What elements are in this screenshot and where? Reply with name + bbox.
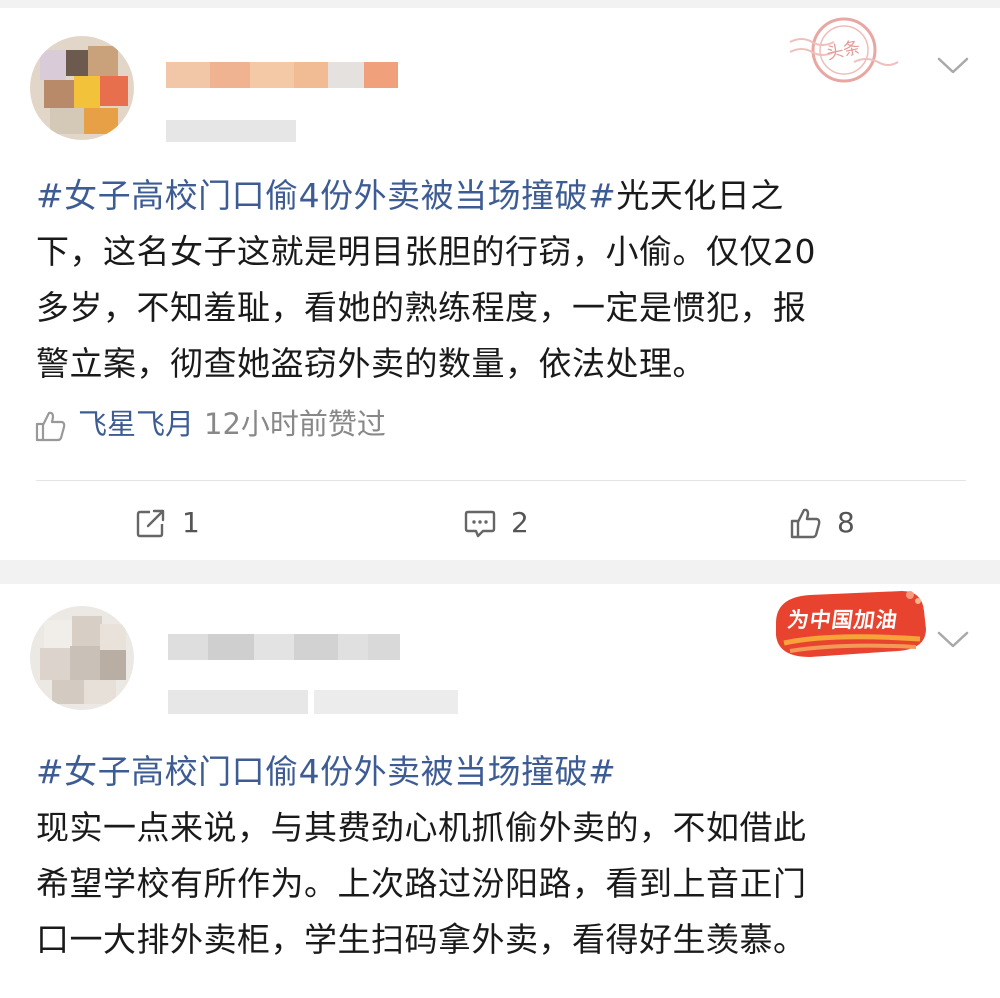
like-count: 8: [837, 506, 855, 539]
thumbs-up-icon: [35, 411, 66, 442]
topic-link[interactable]: #女子高校门口偷4份外卖被当场撞破#: [36, 176, 616, 215]
username-blurred[interactable]: [166, 62, 398, 88]
post-separator: [0, 560, 1000, 584]
like-button[interactable]: 8: [787, 502, 855, 542]
avatar[interactable]: [30, 36, 134, 140]
text-line-1: #女子高校门口偷4份外卖被当场撞破#光天化日之: [36, 176, 784, 215]
liked-by-time: 12小时前赞过: [204, 407, 386, 441]
username-blurred[interactable]: [168, 634, 400, 660]
text-line-2: 现实一点来说，与其费劲心机抓偷外卖的，不如借此: [36, 808, 807, 847]
comment-count: 2: [511, 506, 529, 539]
thumbs-up-icon: [790, 508, 821, 539]
text-line-1: #女子高校门口偷4份外卖被当场撞破#: [36, 744, 966, 800]
topic-link[interactable]: #女子高校门口偷4份外卖被当场撞破#: [36, 752, 616, 791]
post-card-1[interactable]: 头条 #女子高校门口偷4份外卖被当场撞破#光天化日之 下，这名女子这就是明目张胆…: [0, 8, 1000, 560]
text-line-4: 口一大排外卖柜，学生扫码拿外卖，看得好生羡慕。: [36, 920, 807, 959]
text-line-4: 警立案，彻查她盗窃外卖的数量，依法处理。: [36, 344, 706, 383]
liked-by-row: 飞星飞月 12小时前赞过: [32, 404, 386, 444]
post-text: #女子高校门口偷4份外卖被当场撞破# 现实一点来说，与其费劲心机抓偷外卖的，不如…: [36, 744, 966, 968]
text-line-3: 多岁，不知羞耻，看她的熟练程度，一定是惯犯，报: [36, 288, 807, 327]
comment-button[interactable]: 2: [463, 502, 529, 542]
top-gap: [0, 0, 1000, 8]
liked-by-user[interactable]: 飞星飞月: [78, 407, 194, 441]
chevron-down-icon[interactable]: [936, 630, 970, 650]
chevron-down-icon[interactable]: [936, 56, 970, 76]
divider: [36, 480, 966, 481]
post-time-blurred: [168, 690, 458, 714]
repost-button[interactable]: 1: [134, 502, 200, 542]
post-time-blurred: [166, 120, 296, 142]
text-line-3: 希望学校有所作为。上次路过汾阳路，看到上音正门: [36, 864, 807, 903]
post-card-2[interactable]: 为中国加油 #女子高校门口偷4份外卖被当场撞破# 现实一点来说，与其费劲心机抓偷…: [0, 584, 1000, 998]
repost-icon: [136, 509, 165, 538]
repost-count: 1: [182, 506, 200, 539]
text-line-2: 下，这名女子这就是明目张胆的行窃，小偷。仅仅20: [36, 232, 816, 271]
comment-icon: [464, 510, 496, 538]
avatar[interactable]: [30, 606, 134, 710]
post-text: #女子高校门口偷4份外卖被当场撞破#光天化日之 下，这名女子这就是明目张胆的行窃…: [36, 168, 966, 392]
cheer-badge-label: 为中国加油: [786, 608, 900, 632]
